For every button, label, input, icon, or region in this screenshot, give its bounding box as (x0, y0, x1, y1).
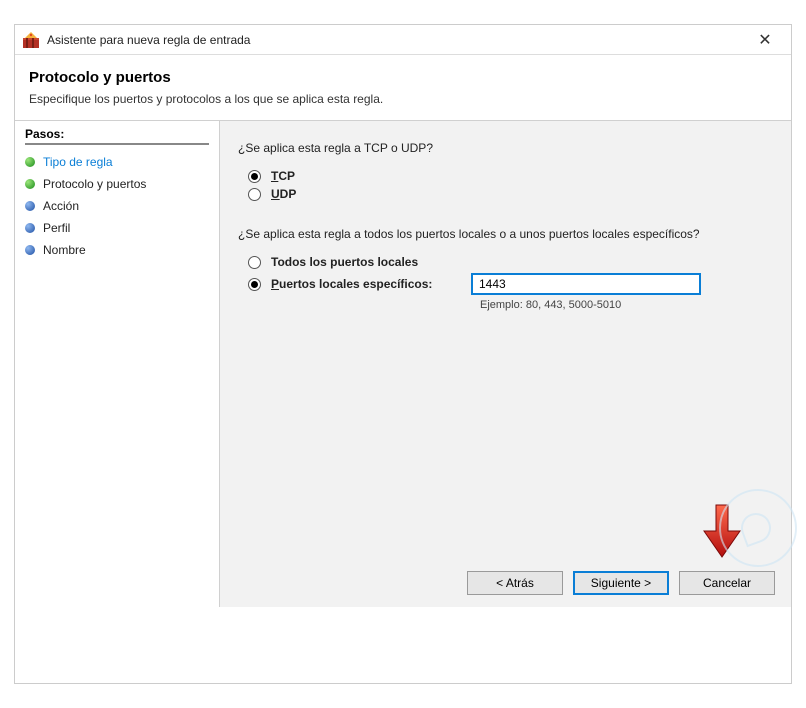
ports-question: ¿Se aplica esta regla a todos los puerto… (238, 227, 773, 241)
radio-specific-ports[interactable] (248, 278, 261, 291)
step-label: Nombre (43, 243, 86, 257)
radio-all-ports[interactable] (248, 256, 261, 269)
step-accion[interactable]: Acción (25, 195, 209, 217)
page-title: Protocolo y puertos (29, 69, 777, 86)
footer: < Atrás Siguiente > Cancelar (220, 559, 791, 607)
radio-udp-row[interactable]: UUDPDP (248, 187, 773, 201)
bullet-icon (25, 245, 35, 255)
step-protocolo-y-puertos[interactable]: Protocolo y puertos (25, 173, 209, 195)
sidebar-title: Pasos: (25, 127, 209, 145)
step-perfil[interactable]: Perfil (25, 217, 209, 239)
radio-udp[interactable] (248, 188, 261, 201)
body: Pasos: Tipo de regla Protocolo y puertos… (15, 121, 791, 607)
protocol-question: ¿Se aplica esta regla a TCP o UDP? (238, 141, 773, 155)
radio-tcp[interactable] (248, 170, 261, 183)
radio-specific-ports-row[interactable]: Puertos locales específicos:Puertos loca… (248, 273, 773, 295)
bullet-icon (25, 201, 35, 211)
bullet-icon (25, 179, 35, 189)
back-button[interactable]: < Atrás (467, 571, 563, 595)
firewall-icon (23, 32, 39, 48)
radio-specific-ports-label: Puertos locales específicos:Puertos loca… (271, 277, 451, 291)
window-title: Asistente para nueva regla de entrada (47, 33, 745, 47)
header: Protocolo y puertos Especifique los puer… (15, 55, 791, 112)
step-tipo-de-regla[interactable]: Tipo de regla (25, 151, 209, 173)
step-label: Acción (43, 199, 79, 213)
ports-radio-group: Todos los puertos locales Puertos locale… (248, 255, 773, 311)
dialog-window: Asistente para nueva regla de entrada ✕ … (14, 24, 792, 684)
radio-udp-label: UUDPDP (271, 187, 296, 201)
page-subtitle: Especifique los puertos y protocolos a l… (29, 92, 777, 106)
cancel-button[interactable]: Cancelar (679, 571, 775, 595)
titlebar: Asistente para nueva regla de entrada ✕ (15, 25, 791, 55)
bullet-icon (25, 223, 35, 233)
step-label: Perfil (43, 221, 70, 235)
protocol-radio-group: TTCPCP UUDPDP (248, 169, 773, 201)
radio-tcp-row[interactable]: TTCPCP (248, 169, 773, 183)
close-icon[interactable]: ✕ (745, 30, 785, 50)
sidebar: Pasos: Tipo de regla Protocolo y puertos… (15, 121, 220, 607)
radio-all-ports-row[interactable]: Todos los puertos locales (248, 255, 773, 269)
step-label: Protocolo y puertos (43, 177, 146, 191)
watermark-icon (719, 489, 797, 567)
next-button[interactable]: Siguiente > (573, 571, 669, 595)
radio-tcp-label: TTCPCP (271, 169, 295, 183)
content-panel: ¿Se aplica esta regla a TCP o UDP? TTCPC… (220, 121, 791, 607)
port-input[interactable] (471, 273, 701, 295)
radio-all-ports-label: Todos los puertos locales (271, 255, 418, 269)
port-example-text: Ejemplo: 80, 443, 5000-5010 (480, 299, 773, 311)
bullet-icon (25, 157, 35, 167)
step-label: Tipo de regla (43, 155, 113, 169)
step-nombre[interactable]: Nombre (25, 239, 209, 261)
